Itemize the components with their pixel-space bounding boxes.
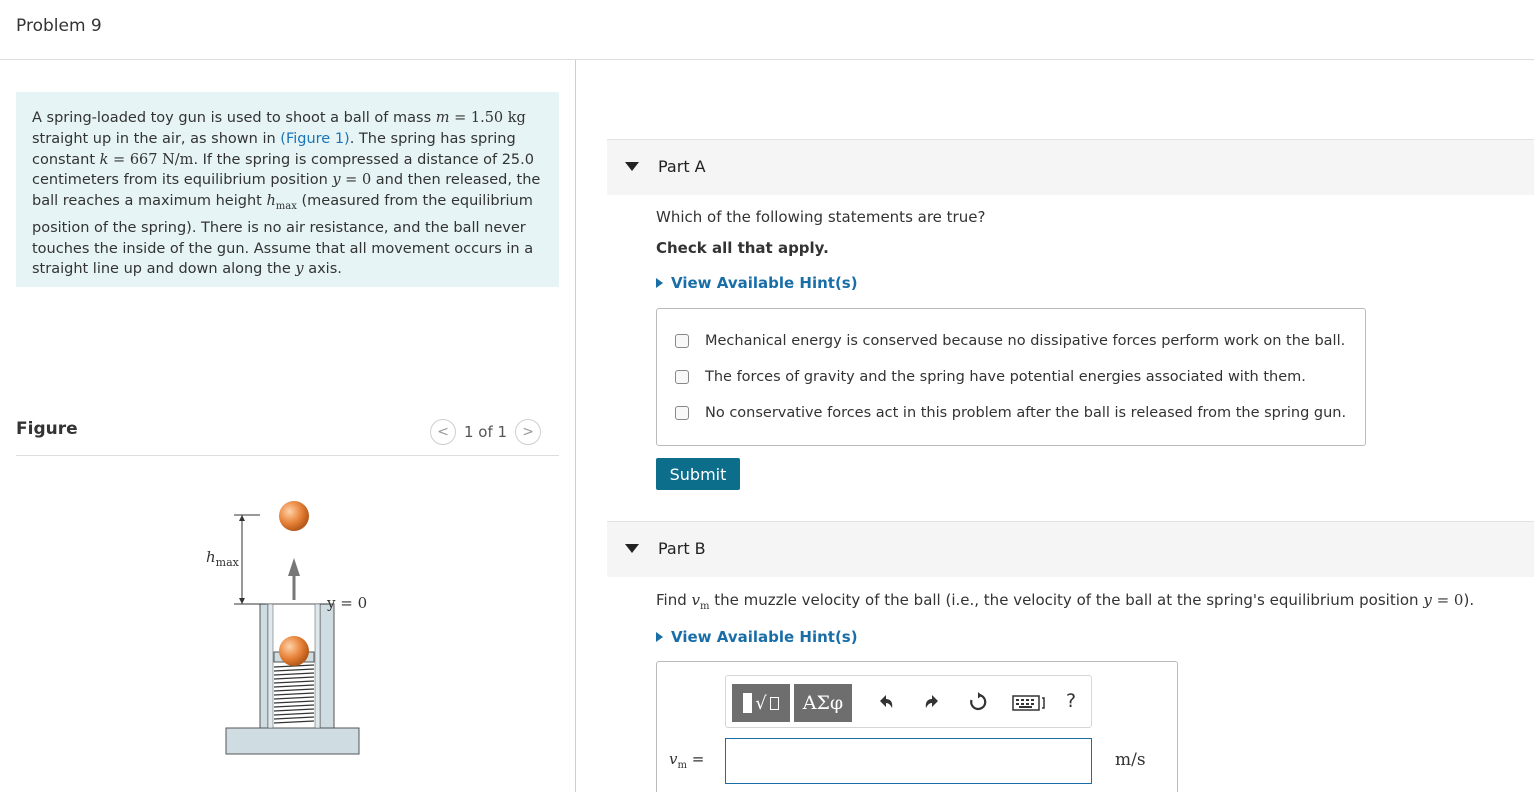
statement-text: touches the inside of the gun. Assume th… xyxy=(32,240,534,257)
figure-pager: < 1 of 1 > xyxy=(430,419,542,445)
choice-1-label: Mechanical energy is conserved because n… xyxy=(705,333,1346,349)
statement-text: straight up in the air, as shown in xyxy=(32,130,281,147)
greek-symbols-button[interactable]: ΑΣφ xyxy=(794,684,852,722)
caret-right-icon xyxy=(656,278,663,288)
statement-text: . If the spring is compressed a distance… xyxy=(193,151,534,168)
part-b-title: Part B xyxy=(658,539,706,558)
choice-2-label: The forces of gravity and the spring hav… xyxy=(705,369,1306,385)
chevron-right-icon[interactable]: > xyxy=(515,419,542,445)
choice-1[interactable]: Mechanical energy is conserved because n… xyxy=(675,333,1345,349)
checkbox-3[interactable] xyxy=(675,406,689,420)
math-toolbar: √ ΑΣφ ? xyxy=(725,675,1092,728)
help-button[interactable]: ? xyxy=(1066,690,1076,712)
part-a-hint-link[interactable]: View Available Hint(s) xyxy=(656,274,858,292)
part-b-hint-link[interactable]: View Available Hint(s) xyxy=(656,628,858,646)
statement-text: . The spring has spring xyxy=(349,130,516,147)
unit-label: m/s xyxy=(1115,750,1146,770)
statement-text: position of the spring). There is no air… xyxy=(32,219,526,236)
undo-icon[interactable] xyxy=(876,692,896,712)
header-divider xyxy=(0,59,1534,60)
hmax-label: hmax xyxy=(206,548,239,569)
statement-text: ball reaches a maximum height xyxy=(32,193,267,210)
collapse-triangle-icon[interactable] xyxy=(625,162,639,171)
keyboard-icon[interactable] xyxy=(1012,692,1046,712)
column-divider xyxy=(575,60,576,792)
collapse-triangle-icon[interactable] xyxy=(625,544,639,553)
y-zero-label: y = 0 xyxy=(327,594,368,612)
choice-3-label: No conservative forces act in this probl… xyxy=(705,405,1347,421)
reset-icon[interactable] xyxy=(968,692,988,712)
problem-statement: A spring-loaded toy gun is used to shoot… xyxy=(16,92,559,287)
part-b-question: Find vm the muzzle velocity of the ball … xyxy=(656,591,1475,612)
y-value: = 0 xyxy=(340,172,372,189)
vm-label: vm = xyxy=(669,750,705,771)
statement-text: (measured from the equilibrium xyxy=(296,193,533,210)
statement-text: centimeters from its equilibrium positio… xyxy=(32,172,333,189)
part-a-title: Part A xyxy=(658,157,706,176)
y-symbol: y xyxy=(332,172,341,189)
statement-text: axis. xyxy=(303,261,342,278)
statement-text: A spring-loaded toy gun is used to shoot… xyxy=(32,110,436,126)
hint-label: View Available Hint(s) xyxy=(671,274,858,292)
choice-3[interactable]: No conservative forces act in this probl… xyxy=(675,405,1346,421)
part-a-header[interactable]: Part A xyxy=(607,139,1534,195)
answer-box: √ ΑΣφ ? vm = m/s xyxy=(656,661,1178,792)
submit-button[interactable]: Submit xyxy=(656,458,740,490)
h-subscript: max xyxy=(275,201,297,213)
templates-button[interactable]: √ xyxy=(732,684,790,722)
spring-gun-figure: hmax y = 0 xyxy=(190,488,390,768)
part-a-choices: Mechanical energy is conserved because n… xyxy=(656,308,1366,446)
figure-page-count: 1 of 1 xyxy=(464,423,508,441)
part-a-instruction: Check all that apply. xyxy=(656,239,829,257)
checkbox-2[interactable] xyxy=(675,370,689,384)
figure-link[interactable]: (Figure 1) xyxy=(280,131,349,147)
problem-title: Problem 9 xyxy=(16,16,102,36)
k-value: = 667 N/m xyxy=(108,151,194,168)
y-axis-symbol: y xyxy=(295,261,304,278)
redo-icon[interactable] xyxy=(922,692,942,712)
chevron-left-icon[interactable]: < xyxy=(430,419,456,445)
statement-text: straight line up and down along the xyxy=(32,261,296,278)
spring-gun-diagram xyxy=(225,501,360,755)
statement-text: and then released, the xyxy=(371,172,541,189)
checkbox-1[interactable] xyxy=(675,334,689,348)
hint-label: View Available Hint(s) xyxy=(671,628,858,646)
caret-right-icon xyxy=(656,632,663,642)
vm-answer-input[interactable] xyxy=(725,738,1092,784)
choice-2[interactable]: The forces of gravity and the spring hav… xyxy=(675,369,1306,385)
part-b-header[interactable]: Part B xyxy=(607,521,1534,577)
mass-value: = 1.50 kg xyxy=(449,110,526,126)
mass-symbol: m xyxy=(435,110,450,126)
figure-label: Figure xyxy=(16,419,78,439)
part-a-question: Which of the following statements are tr… xyxy=(656,208,986,226)
statement-text: constant xyxy=(32,151,100,168)
h-symbol: h xyxy=(266,193,276,210)
figure-divider xyxy=(16,455,559,456)
